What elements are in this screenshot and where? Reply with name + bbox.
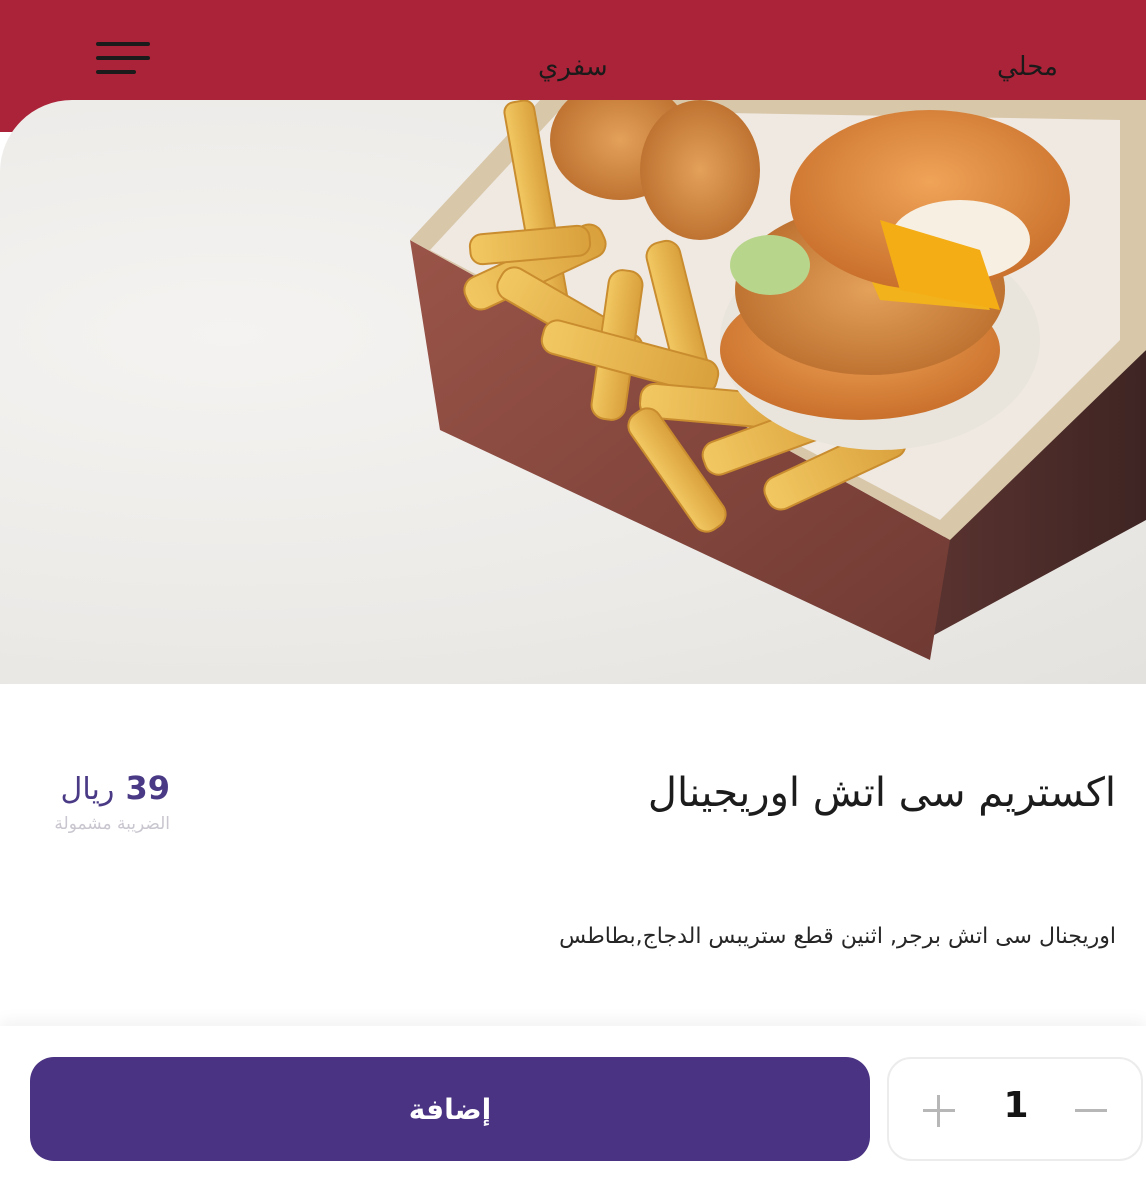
product-description: اوريجنال سى اتش برجر, اثنين قطع ستريبس ا… [559, 924, 1116, 949]
price: 39 ريال [30, 768, 170, 810]
quantity-value: 1 [1003, 1085, 1029, 1126]
product-title: اكستريم سى اتش اوريجينال [647, 770, 1116, 816]
hamburger-menu-icon[interactable] [96, 40, 152, 80]
plus-icon[interactable] [919, 1091, 959, 1131]
add-to-cart-button[interactable]: إضافة [30, 1057, 870, 1161]
product-image [0, 100, 1146, 684]
tax-note: الضريبة مشمولة [54, 814, 170, 834]
tab-takeaway[interactable]: سفري [538, 52, 608, 82]
quantity-stepper: 1 [887, 1057, 1143, 1161]
tab-local[interactable]: محلي [997, 52, 1058, 82]
order-footer: إضافة 1 [0, 1026, 1146, 1200]
price-currency: ريال [60, 772, 115, 807]
price-value: 39 [125, 769, 170, 807]
minus-icon[interactable] [1071, 1091, 1111, 1131]
price-block: 39 ريال الضريبة مشمولة [30, 768, 170, 834]
